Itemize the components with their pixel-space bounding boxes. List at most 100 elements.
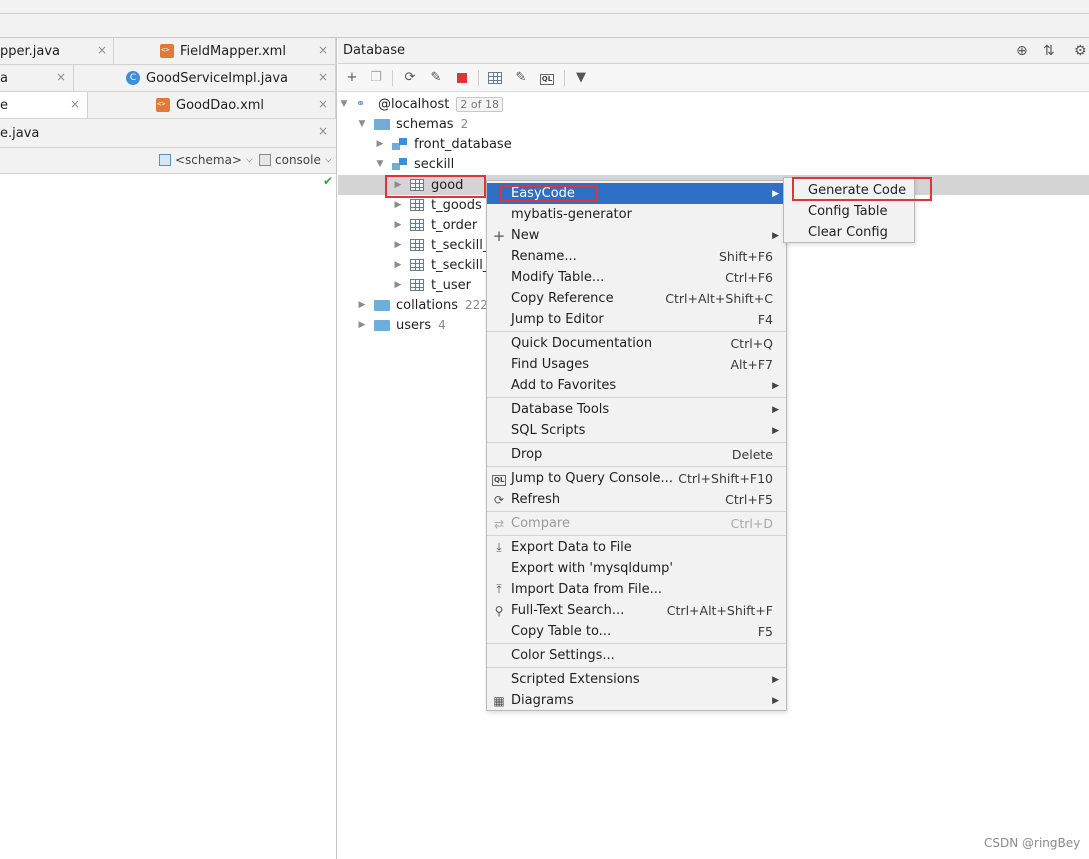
menu-item-color-settings[interactable]: Color Settings... bbox=[487, 645, 786, 666]
schema-selector[interactable]: <schema> ⌵ bbox=[159, 153, 253, 167]
filter-icon[interactable]: ▼ bbox=[572, 69, 590, 87]
tree-front-database[interactable]: ▶ front_database bbox=[374, 134, 512, 154]
tab-gooddao-xml[interactable]: GoodDao.xml × bbox=[88, 92, 336, 118]
expand-arrow-icon[interactable]: ▶ bbox=[392, 280, 404, 290]
editor-toolbar: <schema> ⌵ console ⌵ bbox=[0, 148, 336, 174]
menu-item-quick-documentation[interactable]: Quick Documentation Ctrl+Q bbox=[487, 333, 786, 354]
close-icon[interactable]: × bbox=[97, 43, 107, 57]
expand-arrow-icon[interactable]: ▶ bbox=[392, 220, 404, 230]
tree-seckill[interactable]: ▼ seckill bbox=[374, 154, 455, 174]
menu-item-copy-reference[interactable]: Copy Reference Ctrl+Alt+Shift+C bbox=[487, 288, 786, 309]
table-icon bbox=[410, 279, 424, 291]
tab-label: FieldMapper.xml bbox=[180, 43, 286, 59]
menu-item-drop[interactable]: Drop Delete bbox=[487, 444, 786, 465]
tree-collations[interactable]: ▶ collations 222 bbox=[356, 295, 488, 315]
tree-table-t-seckill-g[interactable]: ▶ t_seckill_g bbox=[392, 235, 498, 255]
menu-item-copy-table-to[interactable]: Copy Table to... F5 bbox=[487, 621, 786, 642]
menu-item-import-data-from-file[interactable]: ⤒ Import Data from File... bbox=[487, 579, 786, 600]
table-icon bbox=[410, 219, 424, 231]
edit-icon[interactable]: ✎ bbox=[512, 69, 530, 87]
gear-icon[interactable]: ⚙ bbox=[1074, 43, 1087, 59]
menu-item-label: Export with 'mysqldump' bbox=[511, 561, 673, 576]
menu-item-shortcut: Ctrl+Shift+F10 bbox=[678, 471, 773, 486]
menu-item-add-to-favorites[interactable]: Add to Favorites ▶ bbox=[487, 375, 786, 396]
tab-java-file[interactable]: a × bbox=[0, 65, 74, 91]
tab-mapper-java[interactable]: pper.java × bbox=[0, 38, 114, 64]
close-icon[interactable]: × bbox=[318, 97, 328, 111]
tree-schemas[interactable]: ▼ schemas 2 bbox=[356, 114, 469, 134]
refresh-icon[interactable]: ⟳ bbox=[401, 69, 419, 87]
close-icon[interactable]: × bbox=[70, 97, 80, 111]
tab-fieldmapper-xml[interactable]: FieldMapper.xml × bbox=[114, 38, 336, 64]
tab-java-file-2[interactable]: e.java × bbox=[0, 119, 336, 147]
close-icon[interactable]: × bbox=[318, 124, 328, 138]
menu-item-label: Jump to Editor bbox=[511, 312, 604, 327]
sql-console-icon[interactable]: QL bbox=[538, 69, 556, 87]
submenu-arrow-icon: ▶ bbox=[772, 695, 779, 706]
menu-item-label: Full-Text Search... bbox=[511, 603, 625, 618]
table-icon[interactable] bbox=[486, 69, 504, 87]
menu-item-label: Export Data to File bbox=[511, 540, 632, 555]
close-icon[interactable]: × bbox=[56, 70, 66, 84]
tree-table-t-user[interactable]: ▶ t_user bbox=[392, 275, 471, 295]
editor-tab-row-1: pper.java × FieldMapper.xml × bbox=[0, 38, 336, 65]
menu-item-label: Color Settings... bbox=[511, 648, 615, 663]
annotation-box-good bbox=[385, 175, 486, 198]
window-top-bar bbox=[0, 0, 1089, 38]
menu-item-mybatis-generator[interactable]: mybatis-generator bbox=[487, 204, 786, 225]
expand-arrow-icon[interactable]: ▼ bbox=[356, 119, 368, 129]
download-icon: ⤓ bbox=[496, 540, 502, 554]
schema-icon bbox=[392, 138, 408, 150]
menu-item-scripted-extensions[interactable]: Scripted Extensions ▶ bbox=[487, 669, 786, 690]
tab-label: e bbox=[0, 97, 8, 113]
console-selector[interactable]: console ⌵ bbox=[259, 153, 332, 167]
settings-icon[interactable]: ✎ bbox=[427, 69, 445, 87]
menu-item-full-text-search[interactable]: ⚲ Full-Text Search... Ctrl+Alt+Shift+F bbox=[487, 600, 786, 621]
menu-item-jump-to-query-console[interactable]: QL Jump to Query Console... Ctrl+Shift+F10 bbox=[487, 468, 786, 489]
tree-users[interactable]: ▶ users 4 bbox=[356, 315, 446, 335]
menu-item-export-with-mysqldump[interactable]: Export with 'mysqldump' bbox=[487, 558, 786, 579]
menu-item-compare[interactable]: ⇄ Compare Ctrl+D bbox=[487, 513, 786, 534]
tab-label: pper.java bbox=[0, 43, 61, 59]
tree-table-t-goods[interactable]: ▶ t_goods bbox=[392, 195, 482, 215]
expand-arrow-icon[interactable]: ▶ bbox=[392, 240, 404, 250]
menu-item-rename[interactable]: Rename... Shift+F6 bbox=[487, 246, 786, 267]
menu-separator bbox=[487, 466, 786, 467]
menu-item-find-usages[interactable]: Find Usages Alt+F7 bbox=[487, 354, 786, 375]
tree-table-t-order[interactable]: ▶ t_order bbox=[392, 215, 478, 235]
menu-item-shortcut: Alt+F7 bbox=[730, 357, 773, 372]
crosshair-icon[interactable]: ⊕ bbox=[1016, 43, 1028, 59]
expand-arrow-icon[interactable]: ▶ bbox=[356, 300, 368, 310]
tree-table-t-seckill-o[interactable]: ▶ t_seckill_o bbox=[392, 255, 498, 275]
menu-item-export-data-to-file[interactable]: ⤓ Export Data to File bbox=[487, 537, 786, 558]
close-icon[interactable]: × bbox=[318, 43, 328, 57]
submenu-arrow-icon: ▶ bbox=[772, 404, 779, 415]
menu-item-refresh[interactable]: ⟳ Refresh Ctrl+F5 bbox=[487, 489, 786, 510]
tab-goodserviceimpl-java[interactable]: C GoodServiceImpl.java × bbox=[74, 65, 336, 91]
plus-icon[interactable]: + bbox=[343, 69, 361, 87]
menu-item-sql-scripts[interactable]: SQL Scripts ▶ bbox=[487, 420, 786, 441]
expand-arrow-icon[interactable]: ▼ bbox=[338, 99, 350, 109]
menu-item-modify-table[interactable]: Modify Table... Ctrl+F6 bbox=[487, 267, 786, 288]
submenu-item-config-table[interactable]: Config Table bbox=[784, 201, 914, 222]
menu-item-new[interactable]: + New ▶ bbox=[487, 225, 786, 246]
expand-arrow-icon[interactable]: ▶ bbox=[392, 200, 404, 210]
copy-icon[interactable]: ❐ bbox=[367, 69, 385, 87]
class-icon: C bbox=[126, 71, 140, 85]
expand-arrow-icon[interactable]: ▶ bbox=[356, 320, 368, 330]
menu-item-database-tools[interactable]: Database Tools ▶ bbox=[487, 399, 786, 420]
menu-item-diagrams[interactable]: ▦ Diagrams ▶ bbox=[487, 690, 786, 711]
submenu-item-clear-config[interactable]: Clear Config bbox=[784, 222, 914, 243]
expand-arrow-icon[interactable]: ▶ bbox=[374, 139, 386, 149]
tab-active-file[interactable]: e × bbox=[0, 92, 88, 118]
stop-icon[interactable] bbox=[453, 69, 471, 87]
collapse-icon[interactable]: ⇅ bbox=[1043, 43, 1055, 59]
menu-item-jump-to-editor[interactable]: Jump to Editor F4 bbox=[487, 309, 786, 330]
close-icon[interactable]: × bbox=[318, 70, 328, 84]
tree-host[interactable]: ▼ ⚭ @localhost 2 of 18 bbox=[338, 94, 503, 114]
expand-arrow-icon[interactable]: ▼ bbox=[374, 159, 386, 169]
submenu-arrow-icon: ▶ bbox=[772, 188, 779, 199]
expand-arrow-icon[interactable]: ▶ bbox=[392, 260, 404, 270]
submenu-arrow-icon: ▶ bbox=[772, 230, 779, 241]
menu-item-shortcut: F5 bbox=[757, 624, 773, 639]
